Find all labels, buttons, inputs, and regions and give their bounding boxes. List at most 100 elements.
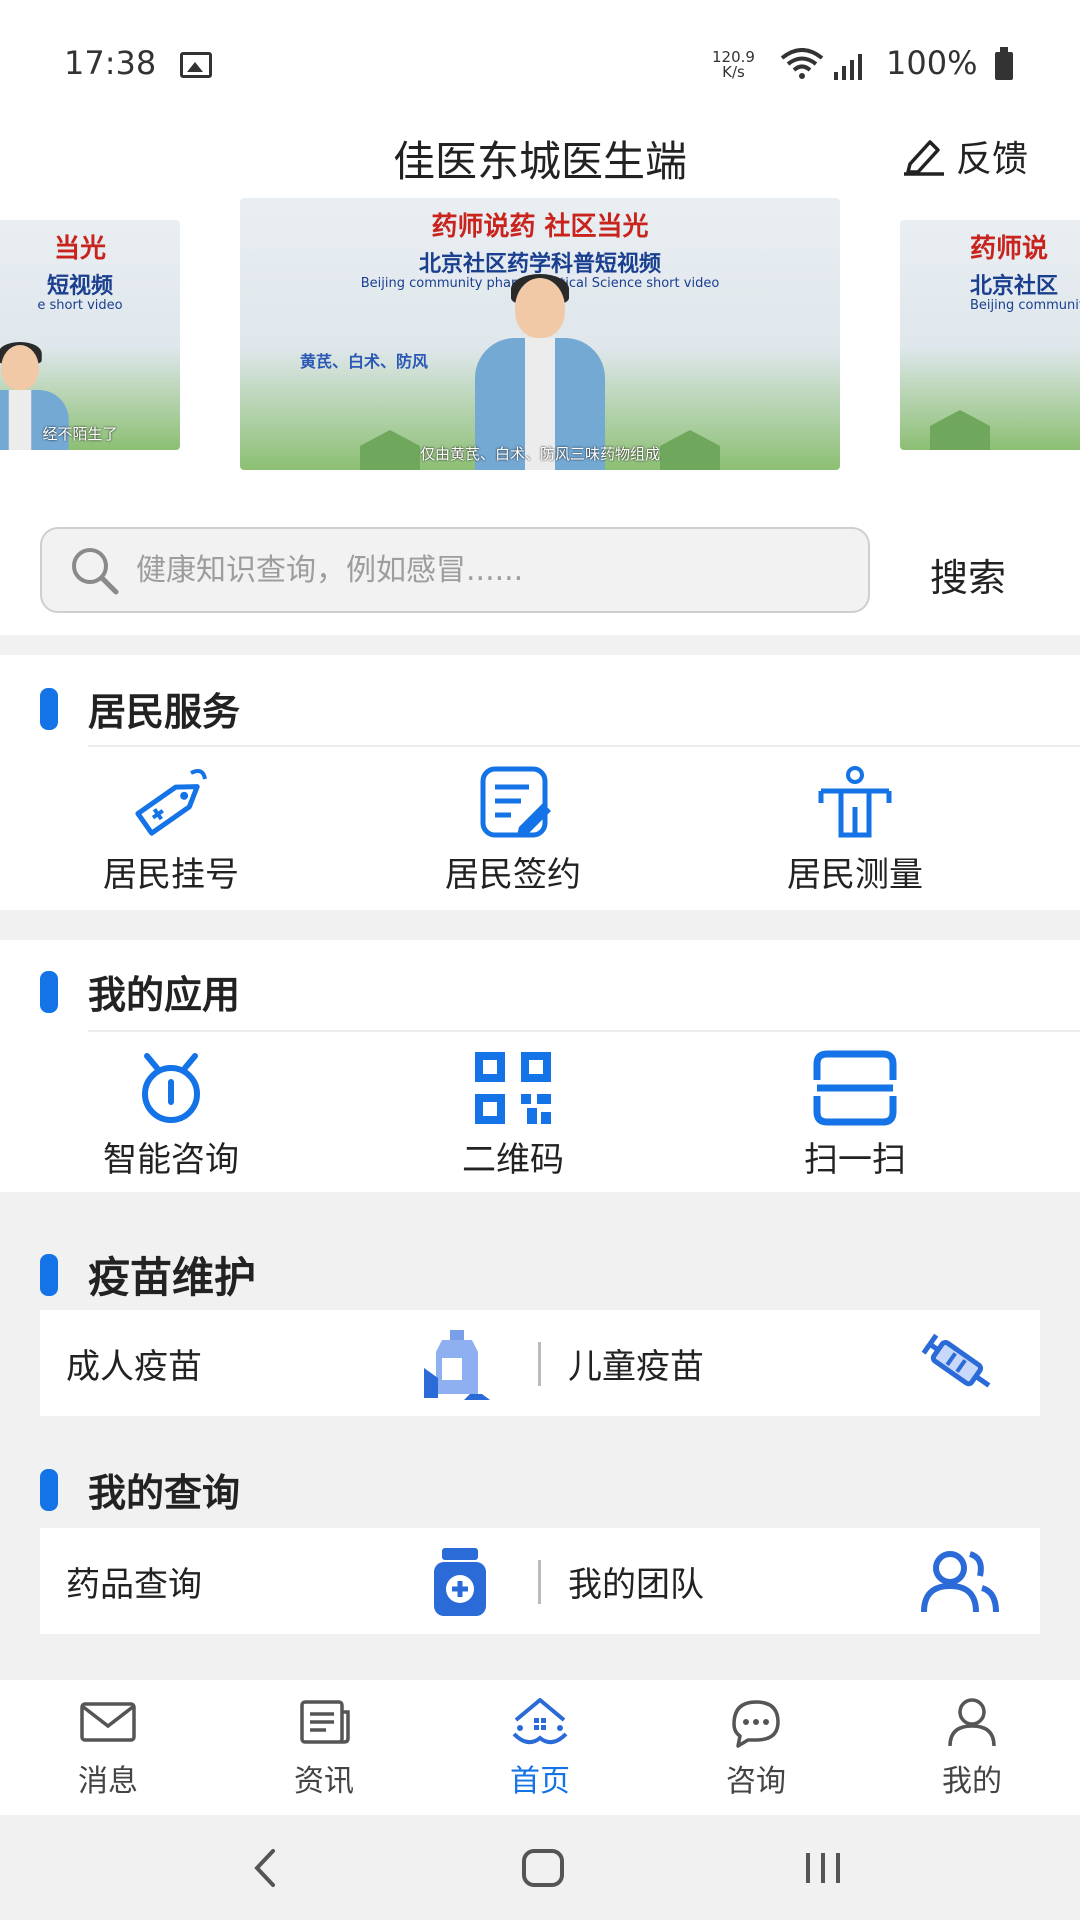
tab-label: 我的 xyxy=(942,1764,1002,1799)
scan-icon xyxy=(813,1050,897,1126)
mail-icon xyxy=(80,1702,136,1742)
qr-code-button[interactable]: 二维码 xyxy=(342,1050,684,1181)
pair-label: 我的团队 xyxy=(568,1564,704,1605)
scan-button[interactable]: 扫一扫 xyxy=(684,1050,1026,1181)
status-time: 17:38 xyxy=(64,44,157,82)
grid-label: 二维码 xyxy=(462,1140,564,1180)
user-icon xyxy=(948,1698,996,1747)
section-accent-bar xyxy=(40,687,58,730)
news-icon xyxy=(300,1700,350,1744)
system-navigation-bar xyxy=(0,1815,1080,1920)
slide-banner-title: 当光 xyxy=(53,234,106,264)
house-decoration xyxy=(930,410,990,450)
slide-banner-subtitle: 短视频 xyxy=(46,274,113,299)
slide-banner-title: 药师说药 社区当光 xyxy=(431,212,649,242)
tab-home[interactable]: 首页 xyxy=(432,1680,648,1815)
section-header: 我的应用 xyxy=(40,964,240,1019)
section-title: 疫苗维护 xyxy=(88,1253,257,1302)
resident-measure-button[interactable]: 居民测量 xyxy=(684,765,1026,896)
grid-label: 居民签约 xyxy=(445,855,581,895)
alarm-clock-icon xyxy=(142,1053,200,1123)
pair-label: 药品查询 xyxy=(66,1564,202,1605)
child-vaccine-button[interactable]: 儿童疫苗 xyxy=(540,1310,1040,1416)
wifi-icon xyxy=(780,48,824,79)
tab-profile[interactable]: 我的 xyxy=(864,1680,1080,1815)
back-icon[interactable] xyxy=(245,1843,285,1893)
signal-icon xyxy=(834,54,862,80)
slide-banner-english: e short video xyxy=(37,298,123,313)
search-input[interactable] xyxy=(136,552,836,588)
home-nav-icon[interactable] xyxy=(520,1843,566,1893)
app-header: 佳医东城医生端 反馈 xyxy=(0,100,1080,200)
search-icon xyxy=(72,548,119,595)
tab-messages[interactable]: 消息 xyxy=(0,1680,216,1815)
section-title: 我的查询 xyxy=(88,1471,241,1515)
slide-banner-english: Beijing communit xyxy=(970,298,1080,313)
tab-news[interactable]: 资讯 xyxy=(216,1680,432,1815)
slide-caption: 经不陌生了 xyxy=(42,425,118,443)
body-measure-icon xyxy=(818,766,892,838)
network-speed: 120.9 K/s xyxy=(712,50,755,80)
section-accent-bar xyxy=(40,970,58,1013)
tab-consult[interactable]: 咨询 xyxy=(648,1680,864,1815)
image-notification-icon xyxy=(180,52,212,78)
smart-consult-button[interactable]: 智能咨询 xyxy=(0,1050,342,1181)
pair-label: 成人疫苗 xyxy=(66,1346,202,1387)
carousel-slide-next[interactable]: 药师说 北京社区 Beijing communit xyxy=(900,220,1080,450)
tab-label: 首页 xyxy=(510,1764,570,1799)
recent-apps-icon[interactable] xyxy=(800,1843,846,1893)
query-section: 我的查询 药品查询 我的团队 xyxy=(0,1440,1080,1640)
team-icon xyxy=(921,1551,999,1613)
feedback-button[interactable]: 反馈 xyxy=(902,130,1028,182)
grid-label: 扫一扫 xyxy=(804,1140,906,1180)
divider xyxy=(88,745,1080,747)
grid-label: 居民测量 xyxy=(787,855,923,895)
my-apps-card: 我的应用 智能咨询 二维码 扫一扫 xyxy=(0,940,1080,1192)
tab-label: 消息 xyxy=(78,1764,138,1799)
carousel-slide-previous[interactable]: 当光 短视频 e short video 经不陌生了 xyxy=(0,220,180,450)
slide-banner-subtitle: 北京社区 xyxy=(970,274,1059,299)
search-button[interactable]: 搜索 xyxy=(930,547,1006,602)
resident-services-grid: 居民挂号 居民签约 居民测量 xyxy=(0,765,1080,896)
query-card: 药品查询 我的团队 xyxy=(40,1528,1040,1634)
divider xyxy=(88,1030,1080,1032)
bottom-tab-bar: 消息 资讯 首页 咨询 我的 xyxy=(0,1680,1080,1815)
resident-register-button[interactable]: 居民挂号 xyxy=(0,765,342,896)
grid-label: 居民挂号 xyxy=(103,855,239,895)
slide-banner-title: 药师说 xyxy=(970,234,1049,264)
network-speed-unit: K/s xyxy=(722,63,745,81)
section-header: 疫苗维护 xyxy=(40,1244,256,1305)
adult-vaccine-button[interactable]: 成人疫苗 xyxy=(40,1310,541,1416)
my-apps-grid: 智能咨询 二维码 扫一扫 xyxy=(0,1050,1080,1181)
my-team-button[interactable]: 我的团队 xyxy=(540,1528,1040,1634)
resident-services-card: 居民服务 居民挂号 居民签约 居民测量 xyxy=(0,655,1080,910)
feedback-label: 反馈 xyxy=(955,139,1028,180)
section-accent-bar xyxy=(40,1468,58,1511)
tag-icon xyxy=(135,769,207,836)
home-icon xyxy=(512,1698,568,1745)
search-box[interactable] xyxy=(40,527,870,613)
slide-herb-text: 黄芪、白术、防风 xyxy=(300,352,429,371)
section-header: 我的查询 xyxy=(40,1462,240,1517)
battery-percent: 100% xyxy=(886,44,978,82)
grid-label: 智能咨询 xyxy=(103,1140,239,1180)
video-carousel[interactable]: 当光 短视频 e short video 经不陌生了 药师说药 社区当光 北京社… xyxy=(0,195,1080,505)
presenter-figure xyxy=(465,274,615,470)
tab-label: 咨询 xyxy=(726,1764,786,1799)
resident-contract-button[interactable]: 居民签约 xyxy=(342,765,684,896)
pair-label: 儿童疫苗 xyxy=(568,1346,704,1387)
chat-icon xyxy=(732,1700,780,1748)
section-title: 我的应用 xyxy=(88,973,241,1017)
carousel-slide-current[interactable]: 药师说药 社区当光 北京社区药学科普短视频 Beijing community … xyxy=(240,198,840,470)
battery-icon xyxy=(995,47,1013,80)
syringe-icon xyxy=(921,1333,991,1388)
qr-code-icon xyxy=(475,1052,551,1124)
vaccine-bottle-icon xyxy=(424,1330,490,1400)
section-title: 居民服务 xyxy=(88,690,241,734)
edit-icon xyxy=(903,140,944,176)
vaccine-card: 成人疫苗 儿童疫苗 xyxy=(40,1310,1040,1416)
section-accent-bar xyxy=(40,1253,58,1296)
search-row: 搜索 xyxy=(0,505,1080,635)
drug-query-button[interactable]: 药品查询 xyxy=(40,1528,541,1634)
medicine-bottle-icon xyxy=(434,1548,486,1616)
